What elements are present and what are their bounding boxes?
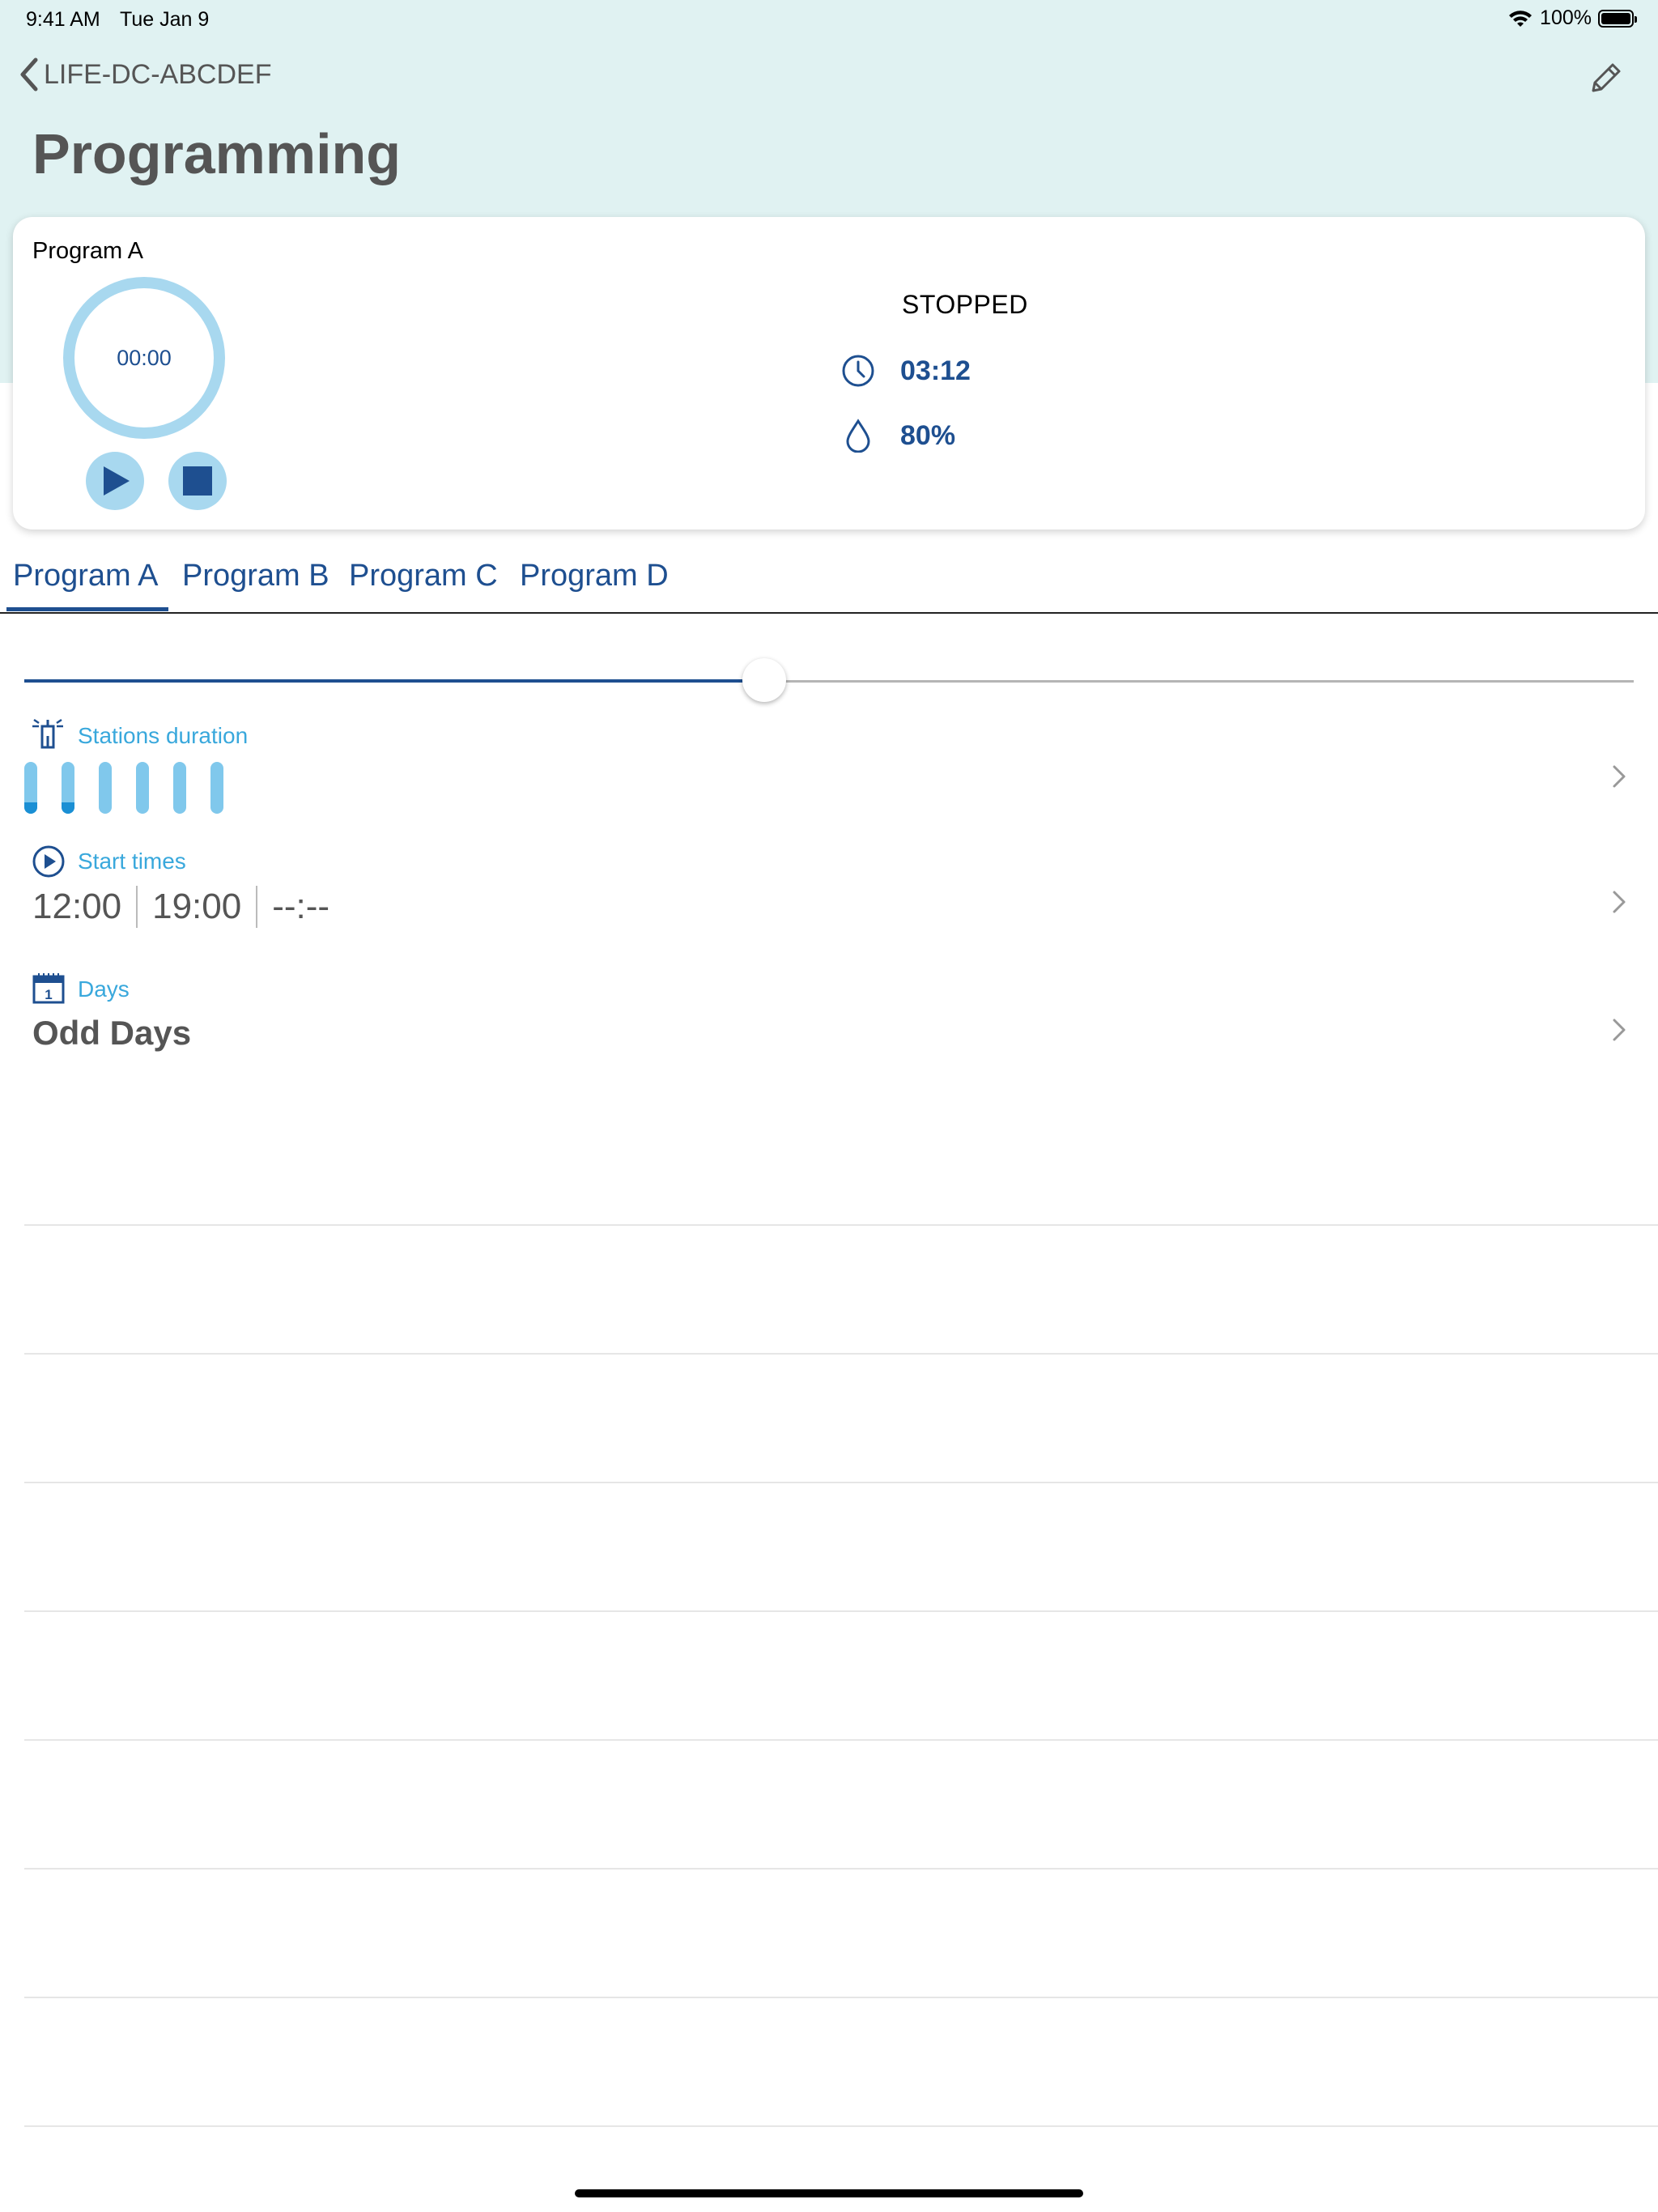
stations-duration-section[interactable]: Stations duration xyxy=(0,717,1658,822)
back-label: LIFE-DC-ABCDEF xyxy=(44,58,272,90)
calendar-day-number: 1 xyxy=(45,987,52,1002)
time-divider xyxy=(256,886,258,928)
chevron-right-icon xyxy=(1613,891,1626,913)
program-status-card: Program A 00:00 STOPPED 03:12 80% xyxy=(13,217,1645,530)
water-drop-icon xyxy=(840,418,876,453)
timer-value: 00:00 xyxy=(117,345,172,370)
battery-icon xyxy=(1598,9,1637,28)
selected-tab-indicator xyxy=(6,607,168,611)
station-bar xyxy=(62,762,74,814)
days-section[interactable]: 1 Days Odd Days xyxy=(0,970,1658,1059)
station-bar xyxy=(99,762,112,814)
pencil-icon xyxy=(1592,63,1621,92)
station-bar-level xyxy=(62,802,74,814)
list-divider xyxy=(24,1868,1658,1870)
edit-button[interactable] xyxy=(1585,57,1627,99)
slider-fill xyxy=(24,679,765,683)
play-button[interactable] xyxy=(86,452,144,510)
water-budget-row: 80% xyxy=(840,418,955,453)
stop-icon xyxy=(183,466,212,496)
card-program-name: Program A xyxy=(32,238,143,264)
list-divider xyxy=(24,1353,1658,1355)
sprinkler-icon xyxy=(31,717,66,752)
wifi-icon xyxy=(1509,10,1533,27)
days-value: Odd Days xyxy=(32,1014,192,1052)
time-divider xyxy=(136,886,138,928)
water-budget-value: 80% xyxy=(900,419,956,451)
start-times-label: Start times xyxy=(78,849,186,874)
list-divider xyxy=(24,1739,1658,1741)
duration-value: 03:12 xyxy=(900,355,971,386)
home-indicator[interactable] xyxy=(575,2189,1083,2197)
status-time: 9:41 AM xyxy=(26,8,100,31)
station-bar xyxy=(210,762,223,814)
battery-percent: 100% xyxy=(1540,6,1592,29)
station-bar xyxy=(136,762,149,814)
chevron-right-icon xyxy=(1613,765,1626,788)
start-time-1: 12:00 xyxy=(32,887,122,926)
start-time-2: 19:00 xyxy=(152,887,242,926)
back-button[interactable]: LIFE-DC-ABCDEF xyxy=(18,57,271,92)
tab-program-c[interactable]: Program C xyxy=(349,559,498,593)
station-bar xyxy=(173,762,186,814)
status-right: 100% xyxy=(1507,6,1637,30)
stations-duration-label: Stations duration xyxy=(78,723,249,748)
station-bar-level xyxy=(24,802,37,814)
program-tabs: Program A Program B Program C Program D xyxy=(0,557,1658,614)
status-bar: 9:41 AM Tue Jan 9 100% xyxy=(0,0,1658,37)
start-time-3: --:-- xyxy=(272,887,330,926)
station-bar xyxy=(24,762,37,814)
status-date: Tue Jan 9 xyxy=(120,8,210,31)
tab-program-b[interactable]: Program B xyxy=(182,559,329,593)
list-divider xyxy=(24,1997,1658,1998)
list-divider xyxy=(24,2125,1658,2127)
list-divider xyxy=(24,1224,1658,1226)
calendar-icon: 1 xyxy=(31,970,66,1006)
play-icon xyxy=(104,466,130,496)
slider-thumb[interactable] xyxy=(742,658,787,702)
list-divider xyxy=(24,1482,1658,1483)
play-circle-icon xyxy=(31,844,66,879)
program-slider[interactable] xyxy=(24,656,1634,704)
days-label: Days xyxy=(78,976,130,1002)
page-title: Programming xyxy=(32,122,402,185)
stop-button[interactable] xyxy=(168,452,227,510)
timer-ring: 00:00 xyxy=(63,277,225,439)
tab-program-d[interactable]: Program D xyxy=(520,559,669,593)
duration-row: 03:12 xyxy=(840,353,971,389)
chevron-right-icon xyxy=(1613,1019,1626,1041)
list-divider xyxy=(24,1610,1658,1612)
start-times-section[interactable]: Start times 12:00 19:00 --:-- xyxy=(0,844,1658,933)
tab-program-a[interactable]: Program A xyxy=(13,559,159,593)
program-state: STOPPED xyxy=(902,290,1028,319)
clock-icon xyxy=(840,353,876,389)
start-times-values: 12:00 19:00 --:-- xyxy=(32,886,344,928)
chevron-left-icon xyxy=(20,57,38,91)
